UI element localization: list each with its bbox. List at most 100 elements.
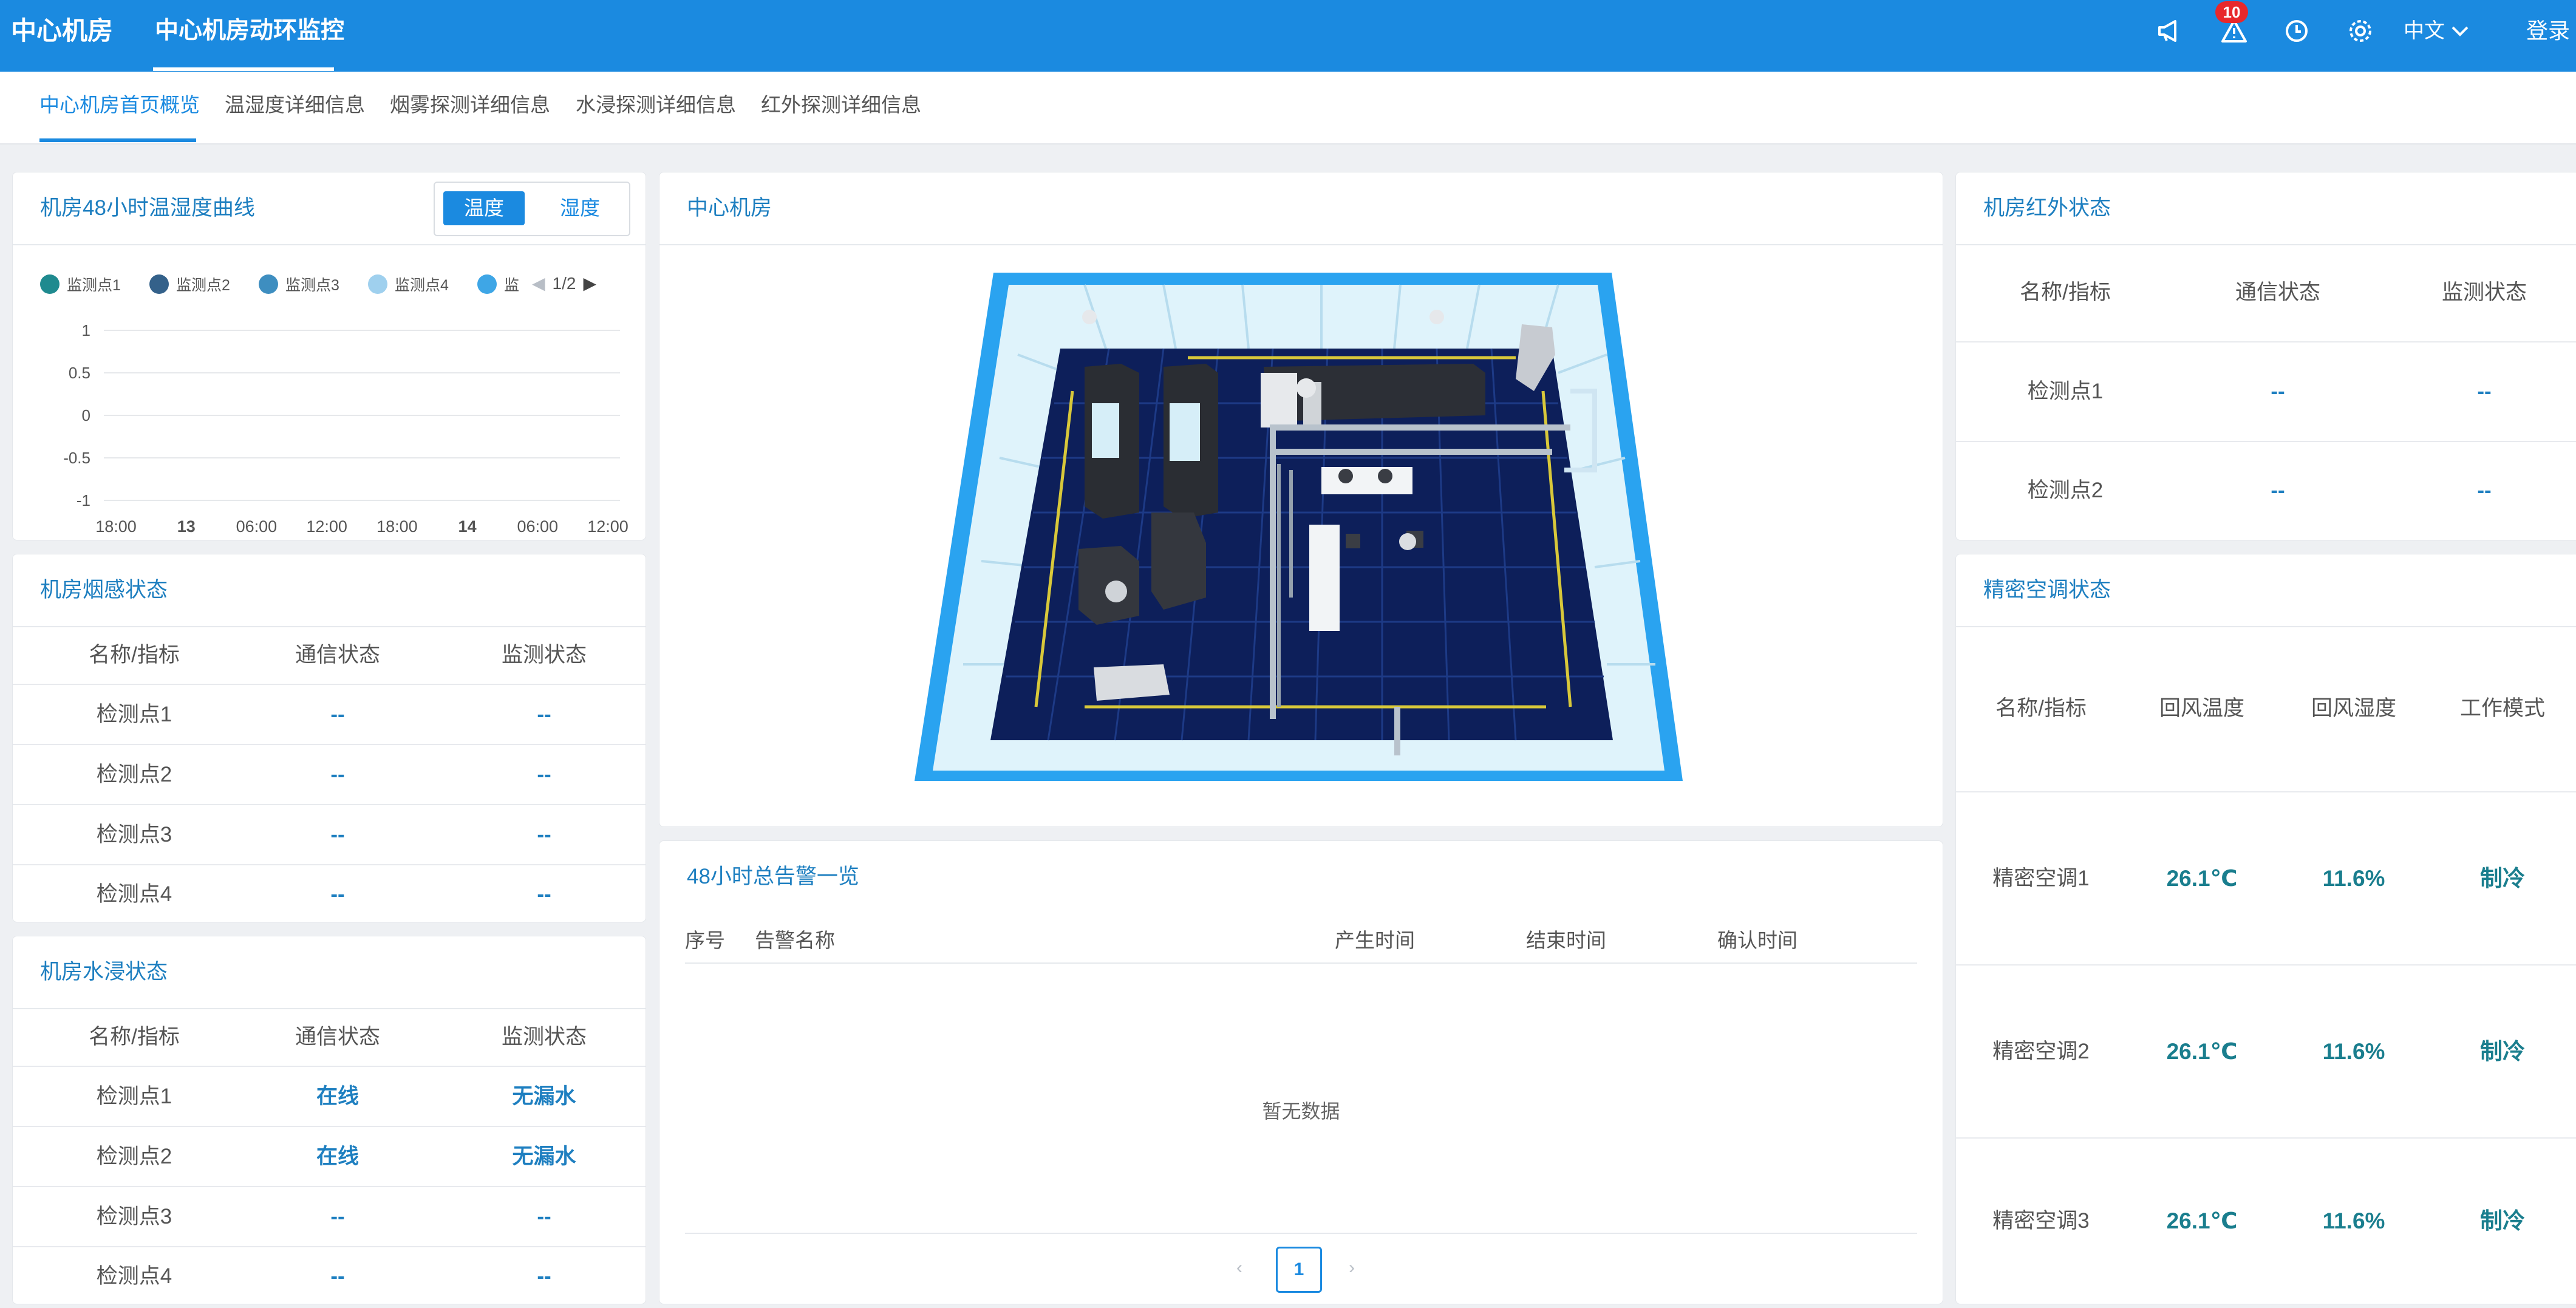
return-air-humidity: 11.6% — [2322, 866, 2385, 891]
y-tick-label: -1 — [77, 491, 90, 509]
panel-header: 中心机房 — [659, 172, 1943, 245]
legend-item[interactable]: 监测点3 — [259, 273, 339, 295]
legend-label: 监测点5 — [504, 277, 520, 294]
return-air-humidity: 11.6% — [2322, 1039, 2385, 1064]
y-tick-label: 0.5 — [69, 364, 90, 382]
precision-ac-panel: 精密空调状态 名称/指标 回风温度 回风湿度 工作模式 精密空调1 26.1℃ … — [1955, 554, 2576, 1304]
infrared-status-panel: 机房红外状态 名称/指标 通信状态 监测状态 检测点1 -- -- 检测点2 -… — [1955, 172, 2576, 540]
clock-icon[interactable] — [2279, 13, 2314, 49]
x-tick-label: 12:00 — [306, 517, 347, 536]
temperature-toggle-button[interactable]: 温度 — [443, 191, 525, 225]
monitor-status: 无漏水 — [512, 1085, 576, 1108]
humidity-toggle-button[interactable]: 湿度 — [539, 191, 621, 225]
water-leak-status-panel: 机房水浸状态 名称/指标 通信状态 监测状态 检测点1 在线 无漏水 检测点2 … — [12, 936, 646, 1304]
table-row: 检测点3 -- -- — [13, 1187, 646, 1247]
chevron-down-icon — [2452, 26, 2469, 36]
row-name: 精密空调1 — [1992, 867, 2090, 890]
legend-dot — [368, 274, 387, 294]
table-row: 检测点4 -- -- — [13, 865, 646, 923]
divider — [685, 1233, 1917, 1234]
x-tick-label: 13 — [177, 517, 196, 536]
comm-status: -- — [2271, 380, 2285, 403]
row-name: 精密空调2 — [1992, 1040, 2090, 1063]
legend-prev-icon[interactable]: ◀ — [532, 273, 545, 293]
comm-status: 在线 — [316, 1145, 359, 1168]
tab-room-monitoring[interactable]: 中心机房动环监控 — [155, 0, 344, 62]
legend-label: 监测点3 — [285, 277, 339, 294]
legend-item[interactable]: 监测点2 — [149, 273, 230, 295]
monitor-status: -- — [2477, 380, 2492, 403]
comm-status: -- — [330, 1264, 345, 1288]
x-tick-label: 18:00 — [377, 517, 418, 536]
room-3d-view[interactable] — [659, 244, 1943, 824]
tab-water-detail[interactable]: 水浸探测详细信息 — [576, 72, 736, 138]
y-tick-label: -0.5 — [63, 449, 90, 467]
column-header: 通信状态 — [295, 643, 380, 667]
legend-item[interactable]: 监测点5 — [477, 273, 520, 295]
y-tick-label: 0 — [82, 406, 90, 424]
monitor-status: -- — [2477, 479, 2492, 502]
page-1-button[interactable]: 1 — [1276, 1247, 1322, 1293]
table-row: 精密空调1 26.1℃ 11.6% 制冷 — [1956, 792, 2576, 966]
tab-overview[interactable]: 中心机房首页概览 — [39, 72, 200, 138]
next-page-icon[interactable]: › — [1349, 1247, 1355, 1289]
x-tick-label: 06:00 — [517, 517, 558, 536]
table-header-row: 名称/指标 通信状态 监测状态 — [13, 1008, 646, 1067]
legend-item[interactable]: 监测点1 — [40, 273, 121, 295]
panel-header: 机房48小时温湿度曲线 温度 湿度 — [13, 172, 646, 245]
panel-header: 机房烟感状态 — [13, 554, 646, 627]
prev-page-icon[interactable]: ‹ — [1236, 1247, 1242, 1289]
gear-icon[interactable] — [2343, 13, 2378, 49]
temperature-line-chart: 1 0.5 0 -0.5 -1 18:00 13 06:00 12:00 18:00 14 06:00… — [63, 321, 629, 536]
column-header: 回风湿度 — [2311, 697, 2396, 720]
x-tick-label: 06:00 — [236, 517, 278, 536]
monitor-status: -- — [537, 1264, 551, 1288]
empty-state-text: 暂无数据 — [1262, 1100, 1340, 1122]
column-header: 回风温度 — [2159, 697, 2244, 720]
tab-temperature-detail[interactable]: 温湿度详细信息 — [225, 72, 365, 138]
row-name: 检测点2 — [96, 763, 172, 786]
legend-next-icon[interactable]: ▶ — [583, 273, 596, 293]
panel-title: 精密空调状态 — [1983, 578, 2111, 602]
panel-header: 机房红外状态 — [1956, 172, 2576, 245]
table-row: 检测点3 -- -- — [13, 805, 646, 865]
table-row: 检测点2 -- -- — [13, 745, 646, 805]
app-brand[interactable]: 中心机房 — [11, 0, 113, 62]
legend-item[interactable]: 监测点4 — [368, 273, 449, 295]
table-row: 检测点1 在线 无漏水 — [13, 1067, 646, 1127]
active-subtab-underline — [39, 138, 196, 142]
monitor-status: -- — [537, 703, 551, 726]
legend-dot — [477, 274, 497, 294]
x-tick-label: 14 — [458, 517, 477, 536]
comm-status: -- — [330, 882, 345, 906]
legend-dot — [40, 274, 60, 294]
tab-infrared-detail[interactable]: 红外探测详细信息 — [761, 72, 921, 138]
login-link[interactable]: 登录 — [2526, 0, 2570, 62]
monitor-status: -- — [537, 1205, 551, 1228]
column-header: 通信状态 — [2235, 281, 2320, 304]
monitor-status: -- — [537, 763, 551, 786]
column-header: 产生时间 — [1335, 929, 1415, 952]
panel-header: 精密空调状态 — [1956, 554, 2576, 627]
monitor-status: -- — [537, 823, 551, 846]
broadcast-icon[interactable] — [2153, 13, 2189, 49]
row-name: 检测点3 — [96, 823, 172, 846]
x-tick-label: 18:00 — [95, 517, 137, 536]
table-row: 检测点4 -- -- — [13, 1247, 646, 1305]
language-label: 中文 — [2404, 19, 2445, 43]
table-row: 检测点1 -- -- — [13, 685, 646, 745]
comm-status: -- — [330, 763, 345, 786]
column-header: 名称/指标 — [89, 1025, 180, 1049]
column-header: 名称/指标 — [89, 643, 180, 667]
language-select[interactable]: 中文 — [2404, 0, 2469, 62]
room-3d-panel: 中心机房 — [659, 172, 1943, 827]
panel-header: 机房水浸状态 — [13, 936, 646, 1009]
monitor-status: -- — [537, 882, 551, 906]
column-header: 名称/指标 — [1995, 697, 2087, 720]
work-mode: 制冷 — [2480, 1039, 2525, 1064]
column-header: 监测状态 — [501, 1025, 587, 1049]
top-bar: 中心机房 中心机房动环监控 10 中文 登录 — [0, 0, 2576, 72]
tab-smoke-detail[interactable]: 烟雾探测详细信息 — [390, 72, 550, 138]
table-row: 精密空调2 26.1℃ 11.6% 制冷 — [1956, 966, 2576, 1139]
comm-status: 在线 — [316, 1085, 359, 1108]
